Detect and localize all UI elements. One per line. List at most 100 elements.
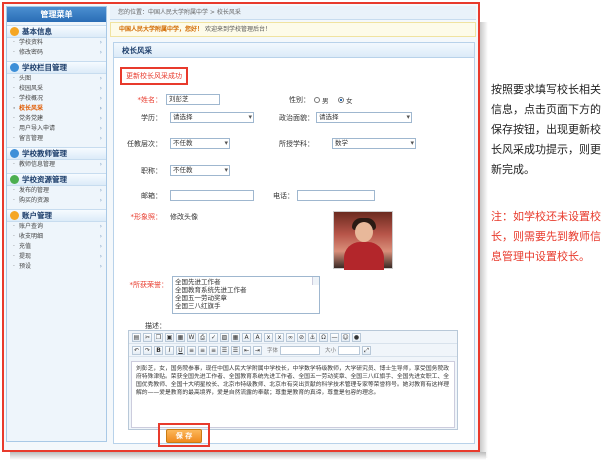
- copy-icon[interactable]: ❐: [154, 332, 163, 342]
- folder-icon: [10, 63, 19, 72]
- indent-icon[interactable]: ⇥: [253, 345, 262, 355]
- chevron-right-icon: ›: [99, 115, 102, 122]
- chevron-right-icon: ›: [99, 187, 102, 194]
- phone-field[interactable]: [297, 190, 375, 201]
- align-right-icon[interactable]: ≡: [209, 345, 218, 355]
- sidebar-group-header[interactable]: 基本信息: [7, 25, 106, 38]
- save-button[interactable]: 保 存: [166, 429, 202, 443]
- success-message: 更新校长风采成功: [120, 67, 188, 85]
- italic-icon[interactable]: I: [165, 345, 174, 355]
- email-field[interactable]: [170, 190, 254, 201]
- principal-form-panel: 校长风采 更新校长风采成功 *姓名： 刘彭芝 性别： 男 女 学历： 请选择 政…: [113, 42, 475, 447]
- cut-icon[interactable]: ✂: [143, 332, 152, 342]
- sidebar-group-header[interactable]: 学校栏目管理: [7, 61, 106, 74]
- maximize-icon[interactable]: ⤢: [362, 345, 372, 355]
- align-left-icon[interactable]: ≡: [187, 345, 196, 355]
- change-avatar-link[interactable]: 修改头像: [170, 212, 198, 222]
- font-color-icon[interactable]: A: [242, 332, 251, 342]
- unlink-icon[interactable]: ⊘: [297, 332, 306, 342]
- editor-toolbar-row-1: ▤ ✂ ❐ ▣ ▦ W ⎙ ✓ ▨ ▦ A A x x ∞ ⊘ ⚓ Ω — ☺ …: [129, 331, 457, 344]
- sidebar-item-overview[interactable]: 学校概况›: [7, 94, 106, 104]
- sidebar-item-published[interactable]: 发布的管理›: [7, 186, 106, 196]
- redo-icon[interactable]: ↷: [143, 345, 152, 355]
- sidebar-item-party[interactable]: 党务党建›: [7, 114, 106, 124]
- sidebar-item-school-profile[interactable]: 学校资料›: [7, 38, 106, 48]
- frame-shadow-bottom: [10, 452, 486, 460]
- chevron-right-icon: ›: [99, 75, 102, 82]
- hr-icon[interactable]: —: [330, 332, 339, 342]
- sidebar-group-header[interactable]: 学校资源管理: [7, 173, 106, 186]
- bg-color-icon[interactable]: A: [253, 332, 262, 342]
- honors-textarea[interactable]: 全国先进工作者 全国教育系统先进工作者 全国五一劳动奖章 全国三八红旗手: [172, 276, 320, 314]
- ordered-list-icon[interactable]: ☰: [220, 345, 229, 355]
- link-icon[interactable]: ∞: [286, 332, 295, 342]
- sidebar-group-header[interactable]: 账户管理: [7, 209, 106, 222]
- breadcrumb: 您的位置：中国人民大学附属中学 > 校长风采: [110, 6, 476, 20]
- sidebar-group-header[interactable]: 学校教师管理: [7, 147, 106, 160]
- chevron-right-icon: ›: [99, 135, 102, 142]
- radio-icon: [314, 97, 320, 103]
- sidebar-item-withdraw[interactable]: 提现›: [7, 252, 106, 262]
- spellcheck-icon[interactable]: ✓: [209, 332, 218, 342]
- gender-female-radio[interactable]: 女: [338, 95, 353, 105]
- paste-text-icon[interactable]: ▦: [176, 332, 185, 342]
- sidebar-group-resources: 学校资源管理 发布的管理› 购买的资源›: [7, 173, 106, 206]
- sidebar-item-teacher-info[interactable]: 教师信息管理›: [7, 160, 106, 170]
- outdent-icon[interactable]: ⇤: [242, 345, 251, 355]
- panel-title: 校长风采: [114, 43, 474, 58]
- politics-label: 政治面貌：: [279, 114, 314, 122]
- scrollbar[interactable]: [312, 277, 319, 285]
- subject-select[interactable]: 数学: [332, 138, 416, 149]
- teaching-level-select[interactable]: 不任教: [170, 138, 230, 149]
- underline-icon[interactable]: U: [176, 345, 185, 355]
- degree-select[interactable]: 请选择: [170, 112, 254, 123]
- honor-line: 全国教育系统先进工作者: [175, 286, 247, 294]
- sidebar-item-principal[interactable]: 校长风采›: [7, 104, 106, 114]
- sidebar: 管理菜单 基本信息 学校资料› 修改密码› 学校栏目管理 头图› 校园风采› 学…: [6, 6, 107, 442]
- table-icon[interactable]: ▦: [231, 332, 240, 342]
- font-family-select[interactable]: [280, 345, 321, 355]
- chevron-right-icon: ›: [99, 95, 102, 102]
- sidebar-item-banner[interactable]: 头图›: [7, 74, 106, 84]
- politics-select[interactable]: 请选择: [316, 112, 412, 123]
- paste-icon[interactable]: ▣: [165, 332, 174, 342]
- email-label: 邮箱：: [141, 192, 162, 200]
- chevron-right-icon: ›: [99, 39, 102, 46]
- editor-toolbar-row-2: ↶ ↷ B I U ≡ ≡ ≡ ☰ ☰ ⇤ ⇥ 字体 大小 ⤢: [129, 344, 457, 357]
- flash-icon[interactable]: ●: [352, 332, 361, 342]
- smiley-icon[interactable]: ☺: [341, 332, 350, 342]
- sidebar-item-change-password[interactable]: 修改密码›: [7, 48, 106, 58]
- undo-icon[interactable]: ↶: [132, 345, 141, 355]
- sidebar-item-preset[interactable]: 预设›: [7, 262, 106, 272]
- image-icon[interactable]: ▨: [220, 332, 229, 342]
- gender-male-radio[interactable]: 男: [314, 95, 329, 105]
- sidebar-item-messages[interactable]: 留言管理›: [7, 134, 106, 144]
- honors-label: *所获荣誉：: [129, 281, 169, 289]
- sidebar-item-account-query[interactable]: 账户查询›: [7, 222, 106, 232]
- font-size-select[interactable]: [338, 345, 361, 355]
- anchor-icon[interactable]: ⚓: [308, 332, 317, 342]
- paste-word-icon[interactable]: W: [187, 332, 196, 342]
- phone-label: 电话：: [273, 192, 294, 200]
- special-char-icon[interactable]: Ω: [319, 332, 328, 342]
- instruction-text: 按照要求填写校长相关信息，点击页面下方的保存按钮，出现更新校长风采成功提示，则更…: [491, 83, 601, 176]
- sidebar-item-import[interactable]: 用户导入申请›: [7, 124, 106, 134]
- source-icon[interactable]: ▤: [132, 332, 141, 342]
- account-icon: [10, 211, 19, 220]
- name-input[interactable]: 刘彭芝: [166, 94, 220, 105]
- job-title-select[interactable]: 不任教: [170, 165, 230, 176]
- print-icon[interactable]: ⎙: [198, 332, 207, 342]
- sidebar-item-transactions[interactable]: 收支明细›: [7, 232, 106, 242]
- bullet-list-icon[interactable]: ☰: [231, 345, 240, 355]
- rich-text-editor: ▤ ✂ ❐ ▣ ▦ W ⎙ ✓ ▨ ▦ A A x x ∞ ⊘ ⚓ Ω — ☺ …: [128, 330, 458, 430]
- editor-content[interactable]: 刘彭芝，女，国务院参事，现任中国人民大学附属中学校长，中学数学特级教师，大学研究…: [131, 361, 455, 428]
- chevron-right-icon: ›: [99, 197, 102, 204]
- sidebar-item-recharge[interactable]: 充值›: [7, 242, 106, 252]
- sidebar-item-campus[interactable]: 校园风采›: [7, 84, 106, 94]
- sidebar-item-purchased[interactable]: 购买的资源›: [7, 196, 106, 206]
- bold-icon[interactable]: B: [154, 345, 163, 355]
- chevron-right-icon: ›: [99, 233, 102, 240]
- superscript-icon[interactable]: x: [275, 332, 284, 342]
- align-center-icon[interactable]: ≡: [198, 345, 207, 355]
- subscript-icon[interactable]: x: [264, 332, 273, 342]
